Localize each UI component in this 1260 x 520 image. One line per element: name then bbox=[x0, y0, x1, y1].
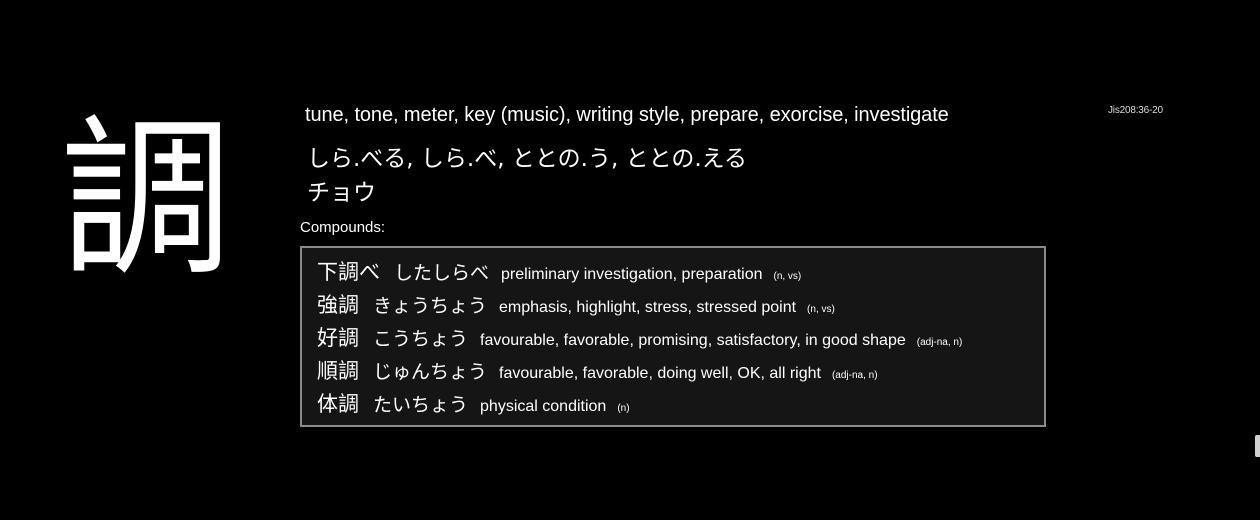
compound-meaning: emphasis, highlight, stress, stressed po… bbox=[499, 299, 797, 316]
compound-row: 順調 じゅんちょう favourable, favorable, doing w… bbox=[317, 355, 878, 385]
compound-meaning: physical condition bbox=[480, 398, 607, 415]
compound-reading: きょうちょう bbox=[373, 295, 488, 317]
compound-row: 好調 こうちょう favourable, favorable, promisin… bbox=[317, 322, 962, 352]
compound-reading: こうちょう bbox=[373, 328, 469, 350]
compound-word: 順調 bbox=[317, 359, 359, 383]
compounds-label: Compounds: bbox=[300, 219, 386, 236]
compound-row: 強調 きょうちょう emphasis, highlight, stress, s… bbox=[317, 289, 835, 319]
kun-readings: しら.べる, しら.べ, ととの.う, ととの.える bbox=[307, 146, 747, 172]
compound-meaning: preliminary investigation, preparation bbox=[501, 266, 763, 283]
compound-pos: (n) bbox=[617, 403, 630, 414]
kanji-meanings: tune, tone, meter, key (music), writing … bbox=[305, 104, 949, 126]
compound-reading: じゅんちょう bbox=[373, 361, 488, 383]
compounds-list: 下調べ したしらべ preliminary investigation, pre… bbox=[300, 246, 1046, 427]
compound-meaning: favourable, favorable, promising, satisf… bbox=[480, 332, 906, 349]
compound-word: 下調べ bbox=[317, 260, 380, 284]
jis-code: Jis208:36-20 bbox=[1108, 105, 1163, 116]
compound-word: 強調 bbox=[317, 293, 359, 317]
compound-pos: (n, vs) bbox=[807, 304, 835, 315]
compound-reading: たいちょう bbox=[373, 394, 469, 416]
compound-row: 体調 たいちょう physical condition (n) bbox=[317, 388, 630, 418]
compound-word: 好調 bbox=[317, 326, 359, 350]
compound-pos: (adj-na, n) bbox=[831, 370, 878, 381]
compound-row: 下調べ したしらべ preliminary investigation, pre… bbox=[317, 256, 801, 286]
main-kanji: 調 bbox=[60, 99, 232, 300]
compound-pos: (adj-na, n) bbox=[916, 337, 963, 348]
compound-reading: したしらべ bbox=[394, 262, 490, 284]
compound-meaning: favourable, favorable, doing well, OK, a… bbox=[499, 365, 821, 382]
compound-pos: (n, vs) bbox=[773, 271, 802, 282]
scrollbar-handle[interactable] bbox=[1255, 435, 1260, 457]
on-readings: チョウ bbox=[307, 180, 376, 206]
compound-word: 体調 bbox=[317, 392, 359, 416]
